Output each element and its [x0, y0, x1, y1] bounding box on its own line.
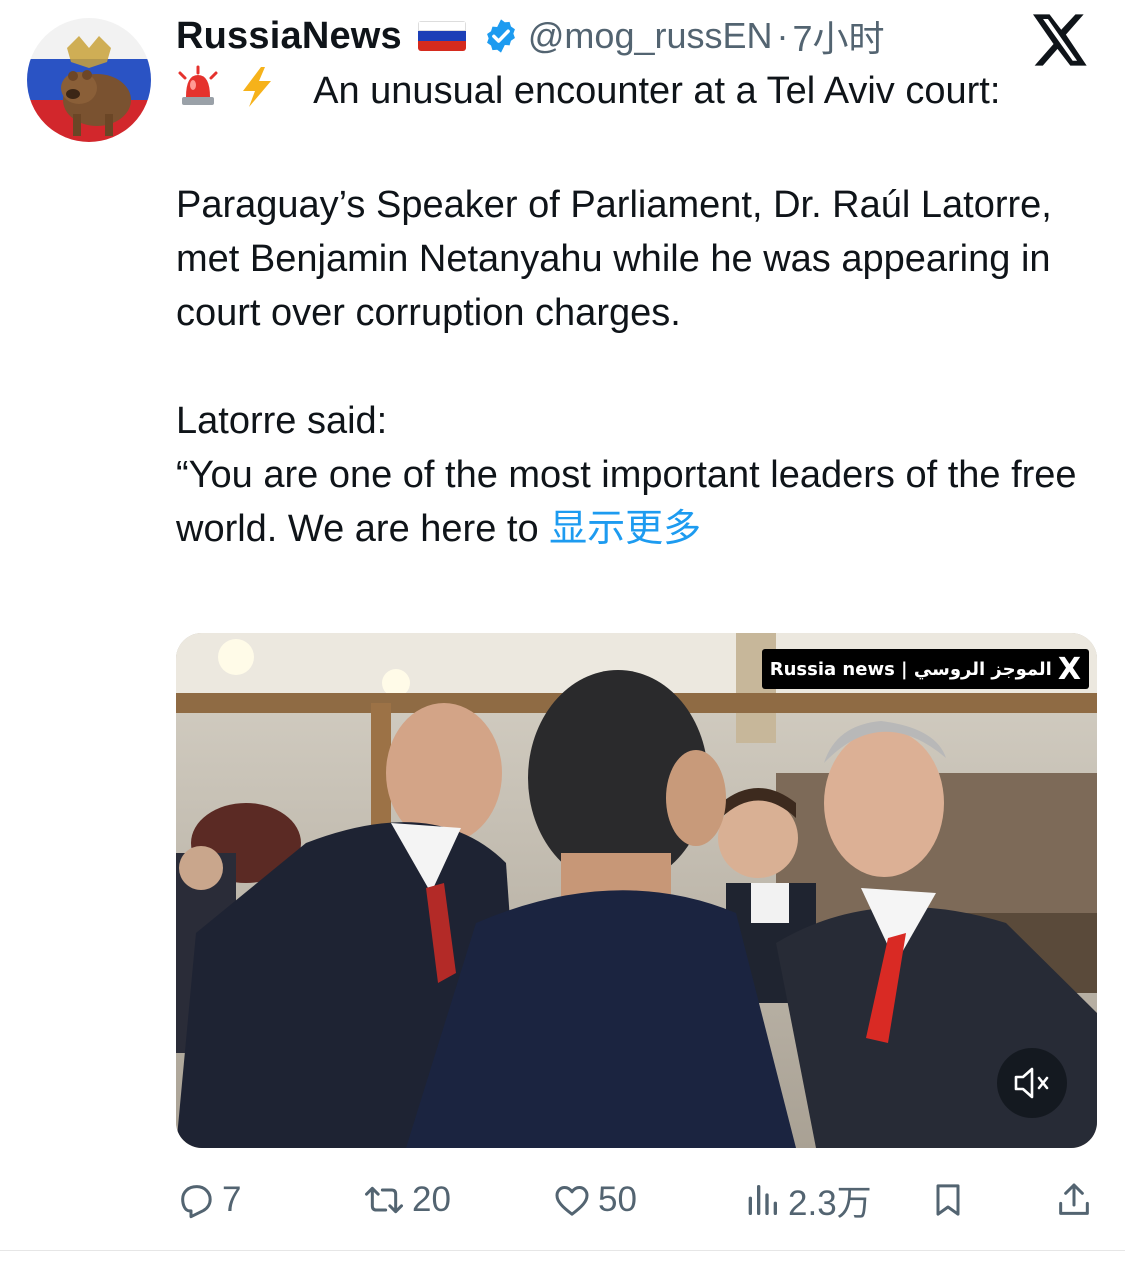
tweet-video[interactable]: Russia news | الموجز الروسي X [176, 633, 1097, 1148]
repost-icon [365, 1186, 403, 1214]
tweet-text: An unusual encounter at a Tel Aviv court… [176, 64, 1091, 556]
views-count: 2.3万 [788, 1183, 872, 1223]
speaker-muted-icon [1014, 1067, 1049, 1099]
share-button[interactable] [1054, 1180, 1094, 1220]
tweet-paragraph-3-line-1: Latorre said: [176, 400, 388, 442]
tweet-paragraph-2: Paraguay’s Speaker of Parliament, Dr. Ra… [176, 184, 1052, 334]
author-display-name[interactable]: RussiaNews [176, 15, 402, 58]
repost-count: 20 [412, 1180, 451, 1219]
x-logo-icon[interactable] [1033, 14, 1089, 66]
tweet-action-bar: 7 20 50 2.3万 [176, 1172, 1096, 1228]
heart-icon [555, 1186, 589, 1216]
like-button[interactable]: 50 [552, 1180, 637, 1220]
share-icon [1059, 1183, 1089, 1215]
verified-badge-icon [486, 19, 515, 53]
tweet-timestamp[interactable]: 7小时 [793, 10, 885, 62]
watermark-x-logo: X [1057, 651, 1081, 687]
bookmark-icon [936, 1184, 960, 1216]
watermark-text: Russia news | الموجز الروسي [769, 658, 1052, 680]
tweet-header: RussiaNews @mog_russEN · 7小时 [176, 12, 885, 60]
bear-eagle-avatar-icon [61, 36, 131, 136]
high-voltage-emoji [237, 65, 277, 124]
emergency-light-emoji [176, 65, 220, 124]
show-more-link[interactable]: 显示更多 [549, 508, 701, 550]
time-separator: · [776, 15, 789, 56]
reply-count: 7 [222, 1180, 242, 1219]
author-handle[interactable]: @mog_russEN [528, 15, 773, 57]
video-frame-image [176, 633, 1097, 1148]
views-chart-icon [748, 1185, 777, 1215]
bookmark-button[interactable] [928, 1180, 968, 1220]
reply-icon [181, 1185, 212, 1219]
unmute-button[interactable] [997, 1048, 1067, 1118]
reply-button[interactable]: 7 [176, 1180, 241, 1220]
repost-button[interactable]: 20 [362, 1180, 451, 1220]
russia-flag-icon [417, 21, 466, 51]
views-button[interactable]: 2.3万 [742, 1175, 872, 1226]
like-count: 50 [598, 1180, 637, 1219]
tweet-line-1: An unusual encounter at a Tel Aviv court… [313, 70, 1001, 112]
bottom-divider [0, 1250, 1125, 1251]
author-avatar[interactable] [27, 18, 151, 142]
video-watermark: Russia news | الموجز الروسي X [761, 649, 1089, 689]
